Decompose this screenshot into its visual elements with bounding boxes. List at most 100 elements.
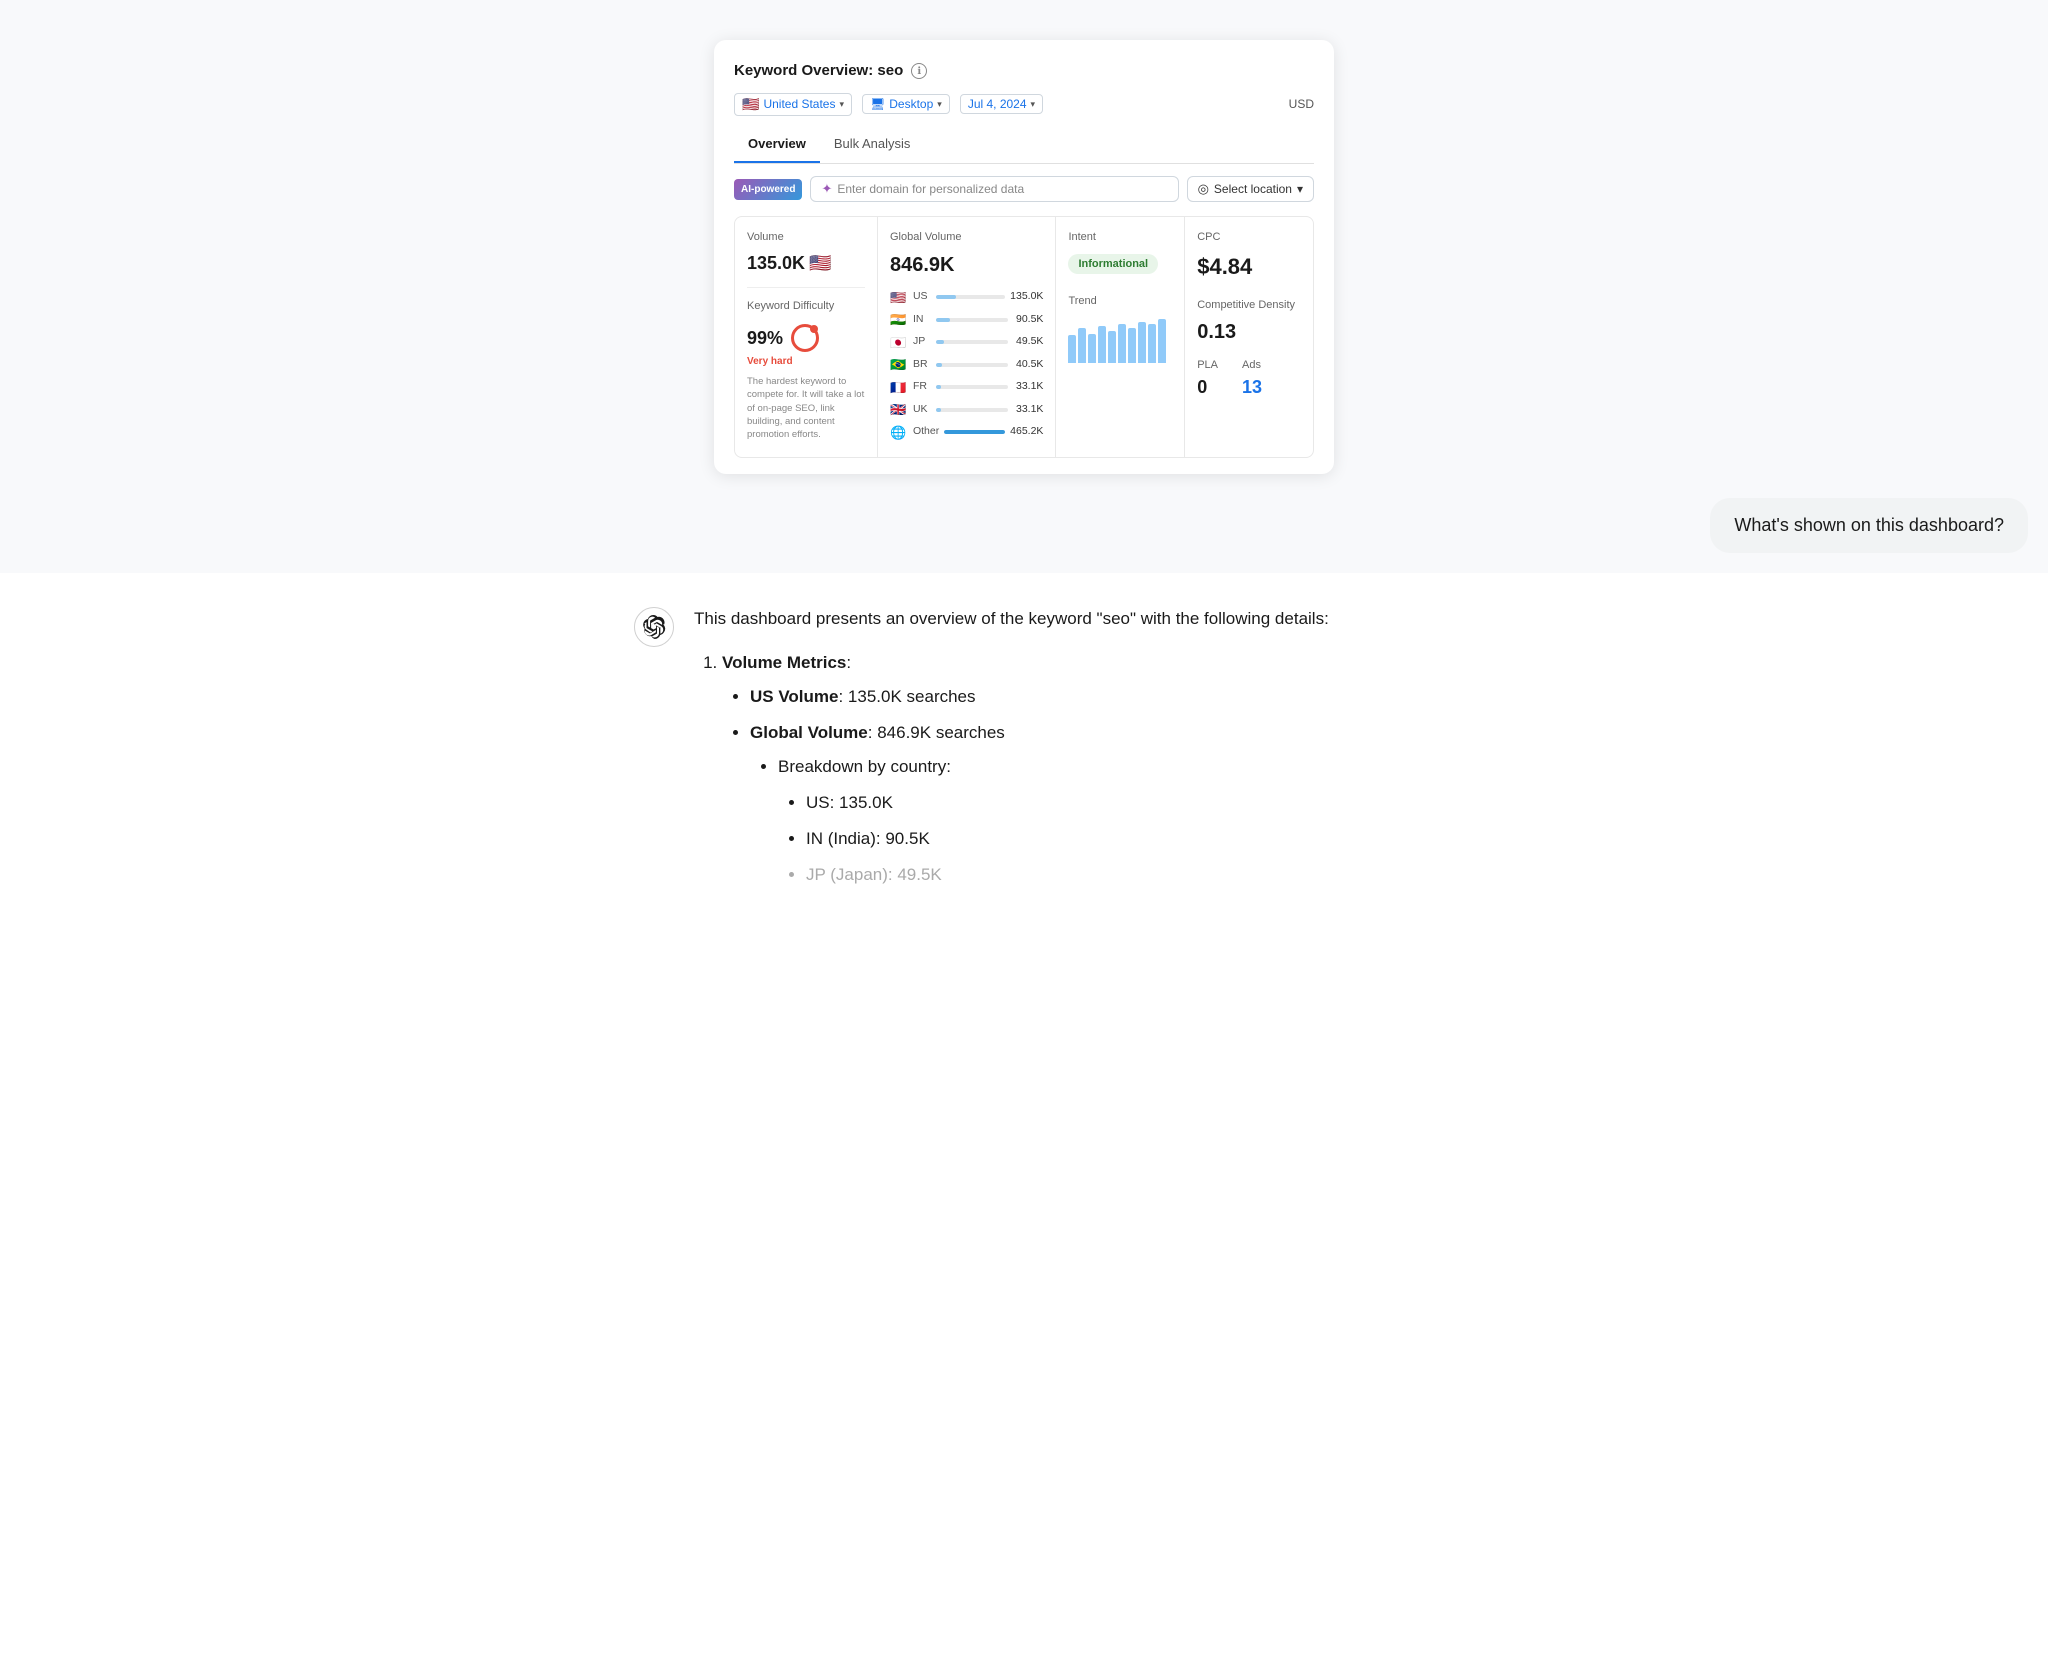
- location-flag: 🇺🇸: [742, 96, 759, 113]
- country-row: 🇮🇳 IN 90.5K: [890, 310, 1043, 330]
- trend-label: Trend: [1068, 293, 1172, 310]
- country-row: 🇯🇵 JP 49.5K: [890, 333, 1043, 353]
- meta-row: 🇺🇸 United States ▾ 🖥 Desktop ▾ Jul 4, 20…: [734, 93, 1314, 116]
- date-pill[interactable]: Jul 4, 2024 ▾: [960, 94, 1043, 114]
- trend-bar: [1088, 334, 1096, 363]
- country-jp: JP (Japan): 49.5K: [806, 861, 1414, 889]
- pla-ads-row: PLA 0 Ads 13: [1197, 357, 1301, 401]
- country-bar-bg: [936, 318, 1008, 322]
- country-code: JP: [913, 334, 931, 350]
- volume-value: 135.0K 🇺🇸: [747, 250, 865, 277]
- metrics-grid: Volume 135.0K 🇺🇸 Keyword Difficulty 99% …: [734, 216, 1314, 458]
- ads-label: Ads: [1242, 357, 1262, 374]
- country-bar-bg: [944, 430, 1005, 434]
- info-icon[interactable]: ℹ: [911, 63, 927, 79]
- country-flag-icon: 🇫🇷: [890, 378, 908, 398]
- country-bar-fill: [936, 340, 944, 344]
- pla-label: PLA: [1197, 357, 1218, 374]
- chat-section-volume: Volume Metrics: US Volume: 135.0K search…: [722, 649, 1414, 889]
- pla-item: PLA 0: [1197, 357, 1218, 401]
- global-volume-bold: Global Volume: [750, 723, 868, 742]
- comp-density-label: Competitive Density: [1197, 297, 1301, 314]
- chat-intro: This dashboard presents an overview of t…: [694, 605, 1414, 633]
- location-chevron-icon: ▾: [839, 99, 844, 110]
- country-breakdown: Breakdown by country: US: 135.0K IN (Ind…: [750, 753, 1414, 889]
- select-location-label: Select location: [1214, 182, 1292, 196]
- trend-bar: [1068, 335, 1076, 363]
- country-flag-icon: 🇮🇳: [890, 310, 908, 330]
- country-row: 🇫🇷 FR 33.1K: [890, 378, 1043, 398]
- location-label: United States: [763, 97, 835, 111]
- us-volume-bold: US Volume: [750, 687, 838, 706]
- country-value: 33.1K: [1013, 402, 1043, 418]
- kd-label: Keyword Difficulty: [747, 298, 865, 315]
- trend-bar: [1128, 328, 1136, 363]
- intent-badge: Informational: [1068, 254, 1158, 275]
- country-flag-icon: 🌐: [890, 423, 908, 443]
- kd-circle-icon: [791, 324, 819, 352]
- global-volume-cell: Global Volume 846.9K 🇺🇸 US 135.0K 🇮🇳 IN …: [878, 217, 1055, 457]
- country-code: UK: [913, 402, 931, 418]
- country-value: 33.1K: [1013, 379, 1043, 395]
- country-bar-bg: [936, 295, 1005, 299]
- comp-density-value: 0.13: [1197, 317, 1301, 347]
- country-code: Other: [913, 424, 939, 440]
- country-code: BR: [913, 357, 931, 373]
- chat-content: This dashboard presents an overview of t…: [694, 605, 1414, 899]
- country-bar-fill: [944, 430, 1005, 434]
- country-value: 135.0K: [1010, 289, 1043, 305]
- country-bar-fill: [936, 363, 943, 367]
- tab-overview[interactable]: Overview: [734, 128, 820, 164]
- location-select-chevron-icon: ▾: [1297, 182, 1303, 196]
- device-chevron-icon: ▾: [937, 99, 942, 110]
- country-in: IN (India): 90.5K: [806, 825, 1414, 853]
- intent-trend-cell: Intent Informational Trend: [1056, 217, 1184, 457]
- select-location-btn[interactable]: ◎ Select location ▾: [1187, 176, 1314, 202]
- chat-sections-list: Volume Metrics: US Volume: 135.0K search…: [694, 649, 1414, 889]
- country-bar-fill: [936, 318, 950, 322]
- country-us: US: 135.0K: [806, 789, 1414, 817]
- top-section: Keyword Overview: seo ℹ 🇺🇸 United States…: [0, 0, 2048, 573]
- global-volume-label: Global Volume: [890, 229, 1043, 246]
- cpc-value: $4.84: [1197, 250, 1301, 283]
- bot-icon: [642, 615, 666, 639]
- volume-bullets: US Volume: 135.0K searches Global Volume…: [722, 683, 1414, 889]
- volume-label: Volume: [747, 229, 865, 246]
- trend-bar: [1108, 331, 1116, 363]
- kd-description: The hardest keyword to compete for. It w…: [747, 375, 865, 441]
- ai-toolbar: AI-powered ✦ Enter domain for personaliz…: [734, 176, 1314, 202]
- trend-chart: [1068, 315, 1172, 363]
- country-value: 40.5K: [1013, 357, 1043, 373]
- global-volume-value: 846.9K: [890, 250, 1043, 280]
- country-value: 49.5K: [1013, 334, 1043, 350]
- device-icon: 🖥: [870, 97, 885, 111]
- country-row: 🌐 Other 465.2K: [890, 423, 1043, 443]
- country-sub-list: US: 135.0K IN (India): 90.5K JP (Japan):…: [778, 789, 1414, 889]
- domain-input[interactable]: ✦ Enter domain for personalized data: [810, 176, 1178, 202]
- chat-response: This dashboard presents an overview of t…: [634, 605, 1414, 899]
- location-pill[interactable]: 🇺🇸 United States ▾: [734, 93, 852, 116]
- dashboard-card: Keyword Overview: seo ℹ 🇺🇸 United States…: [714, 40, 1334, 474]
- question-bubble: What's shown on this dashboard?: [1710, 498, 2028, 553]
- country-code: FR: [913, 379, 931, 395]
- device-pill[interactable]: 🖥 Desktop ▾: [862, 94, 950, 114]
- us-flag-icon: 🇺🇸: [809, 250, 831, 277]
- country-row: 🇬🇧 UK 33.1K: [890, 400, 1043, 420]
- tab-bulk-analysis[interactable]: Bulk Analysis: [820, 128, 925, 164]
- country-value: 465.2K: [1010, 424, 1043, 440]
- breakdown-label: Breakdown by country:: [778, 753, 1414, 781]
- ai-badge: AI-powered: [734, 179, 802, 200]
- country-bar-bg: [936, 408, 1008, 412]
- intent-label: Intent: [1068, 229, 1172, 246]
- date-chevron-icon: ▾: [1031, 99, 1036, 110]
- card-title: Keyword Overview: seo: [734, 60, 903, 83]
- trend-bar: [1138, 322, 1146, 363]
- us-volume-bullet: US Volume: 135.0K searches: [750, 683, 1414, 711]
- country-bar-fill: [936, 408, 941, 412]
- device-label: Desktop: [889, 97, 933, 111]
- card-header: Keyword Overview: seo ℹ: [734, 60, 1314, 83]
- date-label: Jul 4, 2024: [968, 97, 1027, 111]
- country-bar-fill: [936, 295, 956, 299]
- country-rows: 🇺🇸 US 135.0K 🇮🇳 IN 90.5K 🇯🇵 JP 49.5K 🇧🇷 …: [890, 288, 1043, 443]
- country-flag-icon: 🇺🇸: [890, 288, 908, 308]
